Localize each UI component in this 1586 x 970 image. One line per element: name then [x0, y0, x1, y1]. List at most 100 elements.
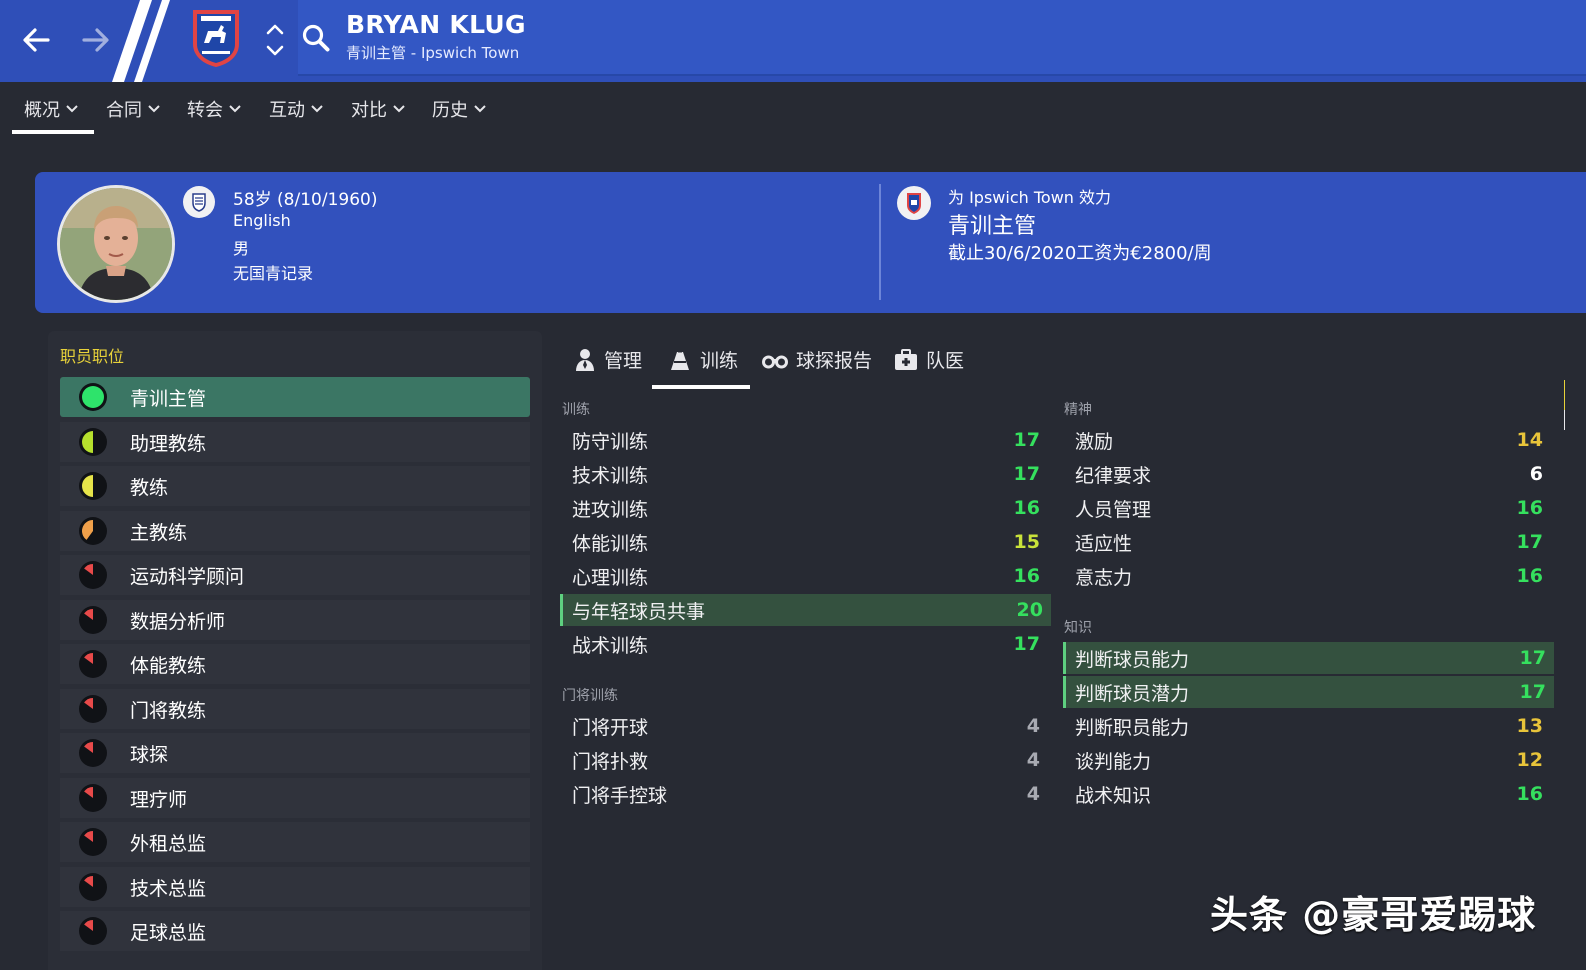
role-row[interactable]: 数据分析师 — [60, 600, 530, 640]
club-badge-icon[interactable] — [897, 186, 931, 220]
club-role: 青训主管 — [948, 214, 1037, 239]
subtab-label: 训练 — [700, 350, 739, 372]
person-subtitle: 青训主管 - Ipswich Town — [346, 44, 520, 62]
tab-transfer[interactable]: 转会 — [187, 96, 241, 122]
attribute-name: 门将扑救 — [572, 750, 649, 773]
attribute-value: 17 — [1519, 647, 1546, 669]
role-suitability-icon — [79, 561, 107, 589]
role-suitability-icon — [79, 784, 107, 812]
role-row[interactable]: 教练 — [60, 466, 530, 506]
role-label: 外租总监 — [130, 832, 207, 855]
role-row[interactable]: 理疗师 — [60, 778, 530, 818]
role-label: 青训主管 — [130, 387, 207, 410]
role-row[interactable]: 球探 — [60, 733, 530, 773]
attribute-name: 判断球员潜力 — [1075, 682, 1190, 705]
role-row[interactable]: 门将教练 — [60, 689, 530, 729]
attribute-name: 心理训练 — [572, 566, 649, 589]
decorative-slashes — [112, 0, 170, 82]
attribute-row[interactable]: 判断球员能力 17 — [1063, 642, 1554, 674]
attribute-row[interactable]: 激励 14 — [1063, 424, 1551, 456]
age-dob: 58岁 (8/10/1960) — [233, 190, 378, 210]
tab-history[interactable]: 历史 — [432, 96, 486, 122]
attribute-name: 适应性 — [1075, 532, 1133, 555]
role-row[interactable]: 足球总监 — [60, 911, 530, 951]
section-title-knowledge: 知识 — [1064, 620, 1092, 636]
attribute-row[interactable]: 技术训练 17 — [560, 458, 1048, 490]
attribute-row[interactable]: 心理训练 16 — [560, 560, 1048, 592]
attribute-value: 20 — [1016, 599, 1043, 621]
club-crest-icon[interactable] — [190, 7, 242, 69]
attribute-row[interactable]: 防守训练 17 — [560, 424, 1048, 456]
staff-roles-panel: 职员职位 青训主管 助理教练 教练 主教练 运动科学顾问 数据分析师 体能教练 门将教练 球探理… — [48, 331, 542, 970]
attribute-name: 与年轻球员共事 — [572, 600, 706, 623]
switch-person-icon[interactable] — [264, 20, 286, 60]
section-title-training: 训练 — [562, 402, 590, 418]
role-label: 理疗师 — [130, 788, 188, 811]
role-label: 数据分析师 — [130, 610, 226, 633]
role-suitability-icon — [79, 383, 107, 411]
subtab-scout-report[interactable]: 球探报告 — [762, 346, 872, 373]
chevron-down-icon — [229, 105, 241, 113]
tab-interaction[interactable]: 互动 — [269, 96, 323, 122]
attribute-value: 12 — [1516, 749, 1543, 771]
subtab-management[interactable]: 管理 — [574, 346, 642, 373]
attribute-name: 技术训练 — [572, 464, 649, 487]
attribute-row[interactable]: 战术训练 17 — [560, 628, 1048, 660]
role-suitability-icon — [79, 917, 107, 945]
attribute-row[interactable]: 谈判能力 12 — [1063, 744, 1551, 776]
role-suitability-icon — [79, 428, 107, 456]
role-suitability-icon — [79, 873, 107, 901]
attribute-value: 16 — [1013, 565, 1040, 587]
search-icon[interactable] — [300, 22, 332, 54]
attribute-row[interactable]: 门将手控球 4 — [560, 778, 1048, 810]
attribute-row[interactable]: 判断球员潜力 17 — [1063, 676, 1554, 708]
subtab-medical[interactable]: 队医 — [894, 346, 964, 373]
subtab-training[interactable]: 训练 — [668, 346, 738, 373]
chevron-down-icon — [148, 105, 160, 113]
back-arrow-icon[interactable] — [18, 22, 54, 58]
attribute-value: 4 — [1026, 749, 1040, 771]
attribute-row[interactable]: 门将开球 4 — [560, 710, 1048, 742]
attribute-row[interactable]: 适应性 17 — [1063, 526, 1551, 558]
attribute-name: 人员管理 — [1075, 498, 1152, 521]
tab-overview[interactable]: 概况 — [24, 96, 78, 122]
role-label: 足球总监 — [130, 921, 207, 944]
attribute-row[interactable]: 纪律要求 6 — [1063, 458, 1551, 490]
attribute-row[interactable]: 体能训练 15 — [560, 526, 1048, 558]
manager-icon — [576, 348, 594, 371]
contract-info: 截止30/6/2020工资为€2800/周 — [948, 243, 1212, 264]
tab-compare[interactable]: 对比 — [351, 96, 405, 122]
attribute-value: 16 — [1516, 497, 1543, 519]
chevron-down-icon — [311, 105, 323, 113]
active-subtab-indicator — [652, 385, 750, 389]
attribute-name: 门将手控球 — [572, 784, 668, 807]
attribute-value: 17 — [1013, 429, 1040, 451]
attribute-value: 16 — [1516, 783, 1543, 805]
role-row[interactable]: 外租总监 — [60, 822, 530, 862]
forward-arrow-icon[interactable] — [78, 22, 114, 58]
header-bar: BRYAN KLUG 青训主管 - Ipswich Town — [0, 0, 1586, 82]
medical-kit-icon — [895, 348, 917, 370]
role-row[interactable]: 主教练 — [60, 511, 530, 551]
role-row[interactable]: 助理教练 — [60, 422, 530, 462]
attribute-row[interactable]: 战术知识 16 — [1063, 778, 1551, 810]
role-label: 主教练 — [130, 521, 188, 544]
attribute-row[interactable]: 人员管理 16 — [1063, 492, 1551, 524]
attribute-name: 纪律要求 — [1075, 464, 1152, 487]
role-suitability-icon — [79, 517, 107, 545]
attribute-row[interactable]: 进攻训练 16 — [560, 492, 1048, 524]
tab-contract[interactable]: 合同 — [106, 96, 160, 122]
attribute-row[interactable]: 意志力 16 — [1063, 560, 1551, 592]
person-photo — [60, 188, 172, 300]
role-row[interactable]: 体能教练 — [60, 644, 530, 684]
attribute-value: 16 — [1013, 497, 1040, 519]
role-row[interactable]: 技术总监 — [60, 867, 530, 907]
attribute-name: 防守训练 — [572, 430, 649, 453]
role-row[interactable]: 运动科学顾问 — [60, 555, 530, 595]
role-row[interactable]: 青训主管 — [60, 377, 530, 417]
attribute-row[interactable]: 判断职员能力 13 — [1063, 710, 1551, 742]
attribute-row[interactable]: 门将扑救 4 — [560, 744, 1048, 776]
attribute-row[interactable]: 与年轻球员共事 20 — [560, 594, 1051, 626]
gender: 男 — [233, 239, 250, 258]
watermark: 头条 @豪哥爱踢球 — [1210, 893, 1537, 937]
